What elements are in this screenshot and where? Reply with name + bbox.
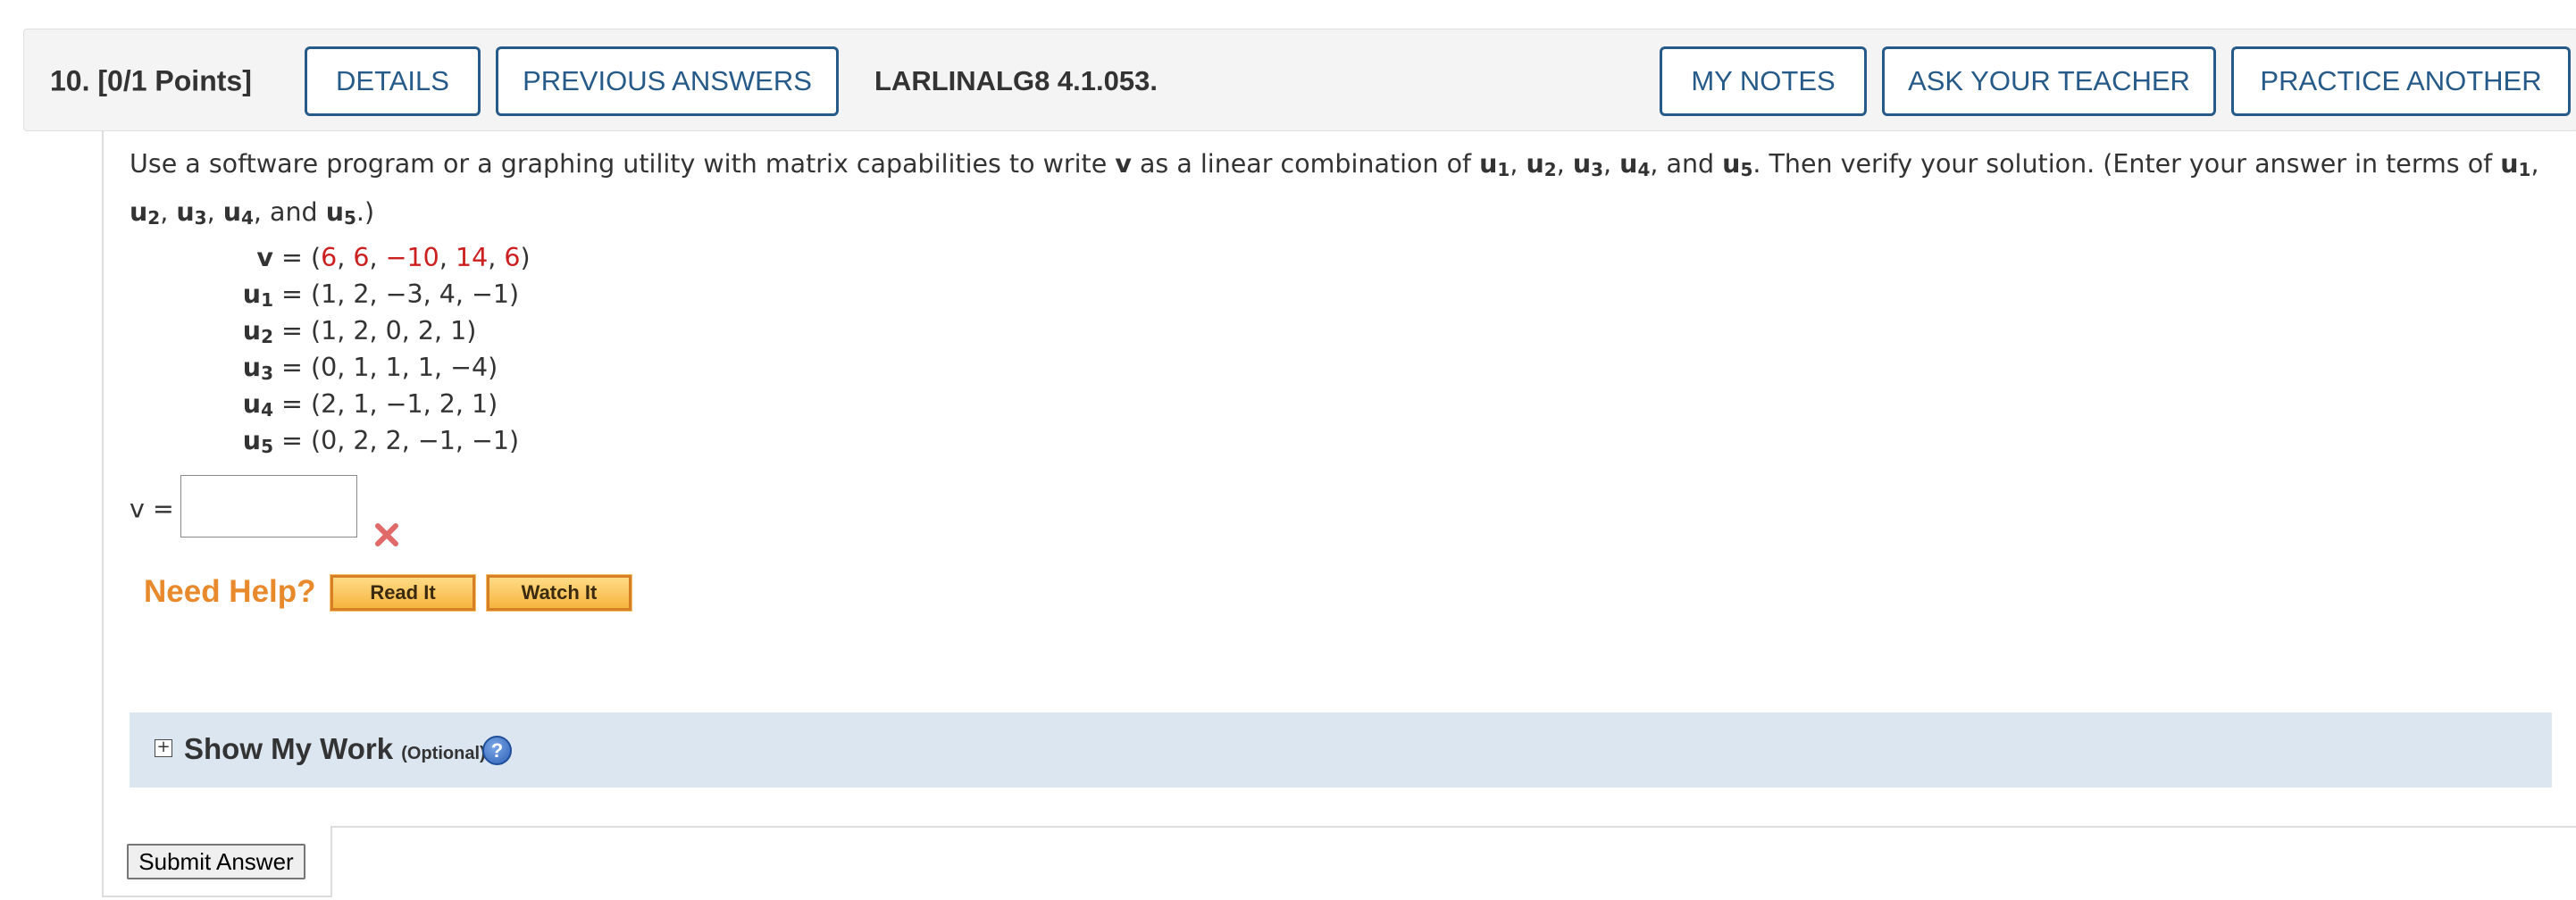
question-prompt: Use a software program or a graphing uti… xyxy=(130,149,2539,229)
vector-v-value: (6, 6, −10, 14, 6) xyxy=(311,243,531,272)
watch-it-button[interactable]: Watch It xyxy=(486,574,632,612)
incorrect-x-icon xyxy=(375,523,398,546)
vector-u4-row: u4 = (2, 1, −1, 2, 1) xyxy=(242,389,498,421)
panel-divider xyxy=(330,826,332,897)
submit-answer-button[interactable]: Submit Answer xyxy=(127,844,305,879)
my-notes-button[interactable]: MY NOTES xyxy=(1660,46,1867,116)
need-help-label: Need Help? xyxy=(144,574,316,609)
panel-divider xyxy=(330,826,2576,828)
ask-your-teacher-button[interactable]: ASK YOUR TEACHER xyxy=(1882,46,2216,116)
vector-u3-row: u3 = (0, 1, 1, 1, −4) xyxy=(242,353,498,384)
read-it-button[interactable]: Read It xyxy=(330,574,476,612)
previous-answers-button[interactable]: PREVIOUS ANSWERS xyxy=(496,46,839,116)
help-question-icon[interactable]: ? xyxy=(482,736,512,765)
vector-definitions: v = (6, 6, −10, 14, 6) u1 = (1, 2, −3, 4, −… xyxy=(214,239,531,459)
question-points: 10. [0/1 Points] xyxy=(50,64,252,97)
problem-code: LARLINALG8 4.1.053. xyxy=(874,65,1158,96)
expand-plus-icon[interactable]: + xyxy=(155,739,172,757)
panel-divider xyxy=(102,896,330,897)
vector-u2-row: u2 = (1, 2, 0, 2, 1) xyxy=(242,316,477,347)
practice-another-button[interactable]: PRACTICE ANOTHER xyxy=(2231,46,2571,116)
vector-u1-row: u1 = (1, 2, −3, 4, −1) xyxy=(242,279,520,311)
details-button[interactable]: DETAILS xyxy=(305,46,481,116)
vector-v-row: v = (6, 6, −10, 14, 6) xyxy=(214,239,531,276)
optional-label: (Optional) xyxy=(401,744,486,763)
answer-input[interactable] xyxy=(180,475,357,538)
vector-u5-row: u5 = (0, 2, 2, −1, −1) xyxy=(242,426,520,457)
show-my-work-toggle[interactable]: Show My Work (Optional) xyxy=(184,732,486,766)
answer-label: v = xyxy=(130,494,174,524)
